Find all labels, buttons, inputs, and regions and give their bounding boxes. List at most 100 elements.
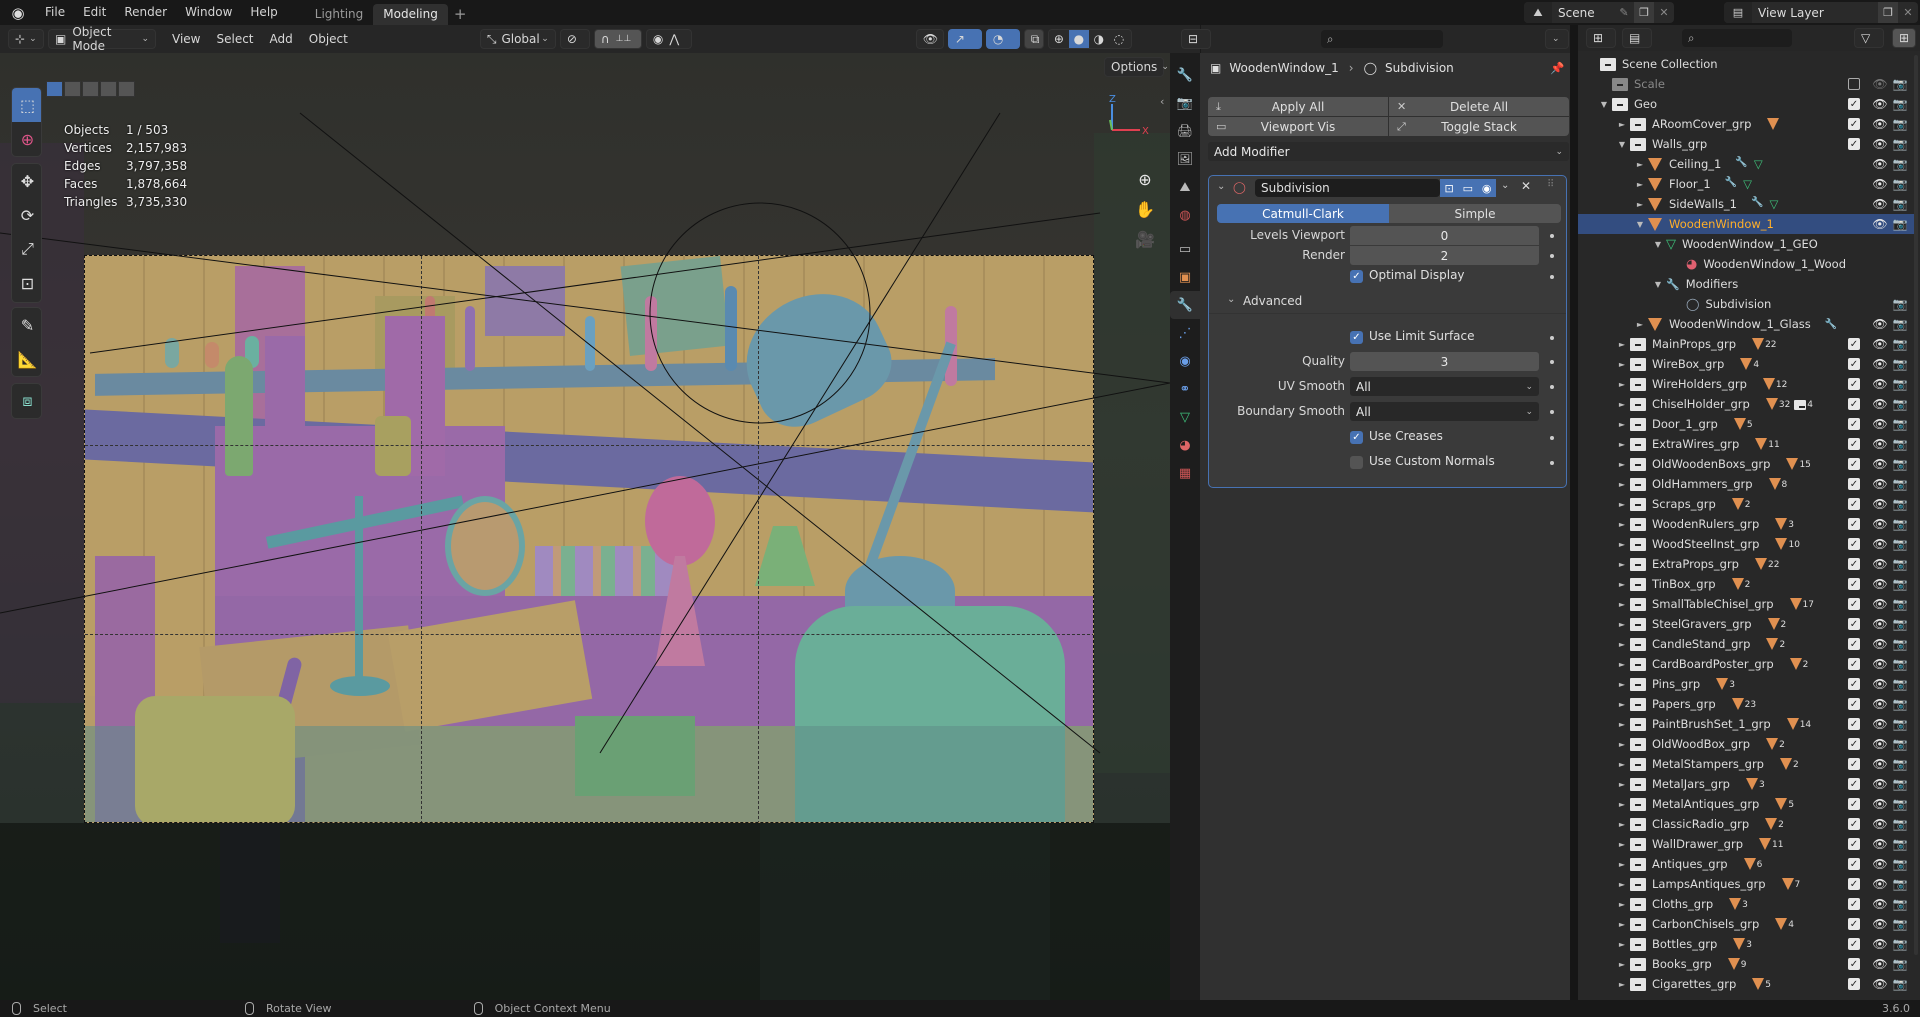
child-count-badge[interactable]: 3	[1733, 938, 1752, 950]
menu-render[interactable]: Render	[115, 0, 176, 25]
pan-view-icon[interactable]: ✋	[1132, 196, 1158, 222]
exclude-checkbox[interactable]: ✓	[1848, 558, 1860, 570]
outliner-row[interactable]: ► Scraps_grp 2 ✓ 👁 📷	[1578, 494, 1914, 514]
render-camera-icon[interactable]: 📷	[1892, 457, 1908, 471]
render-camera-icon[interactable]: 📷	[1892, 357, 1908, 371]
expand-closed-icon[interactable]: ►	[1616, 960, 1628, 969]
exclude-checkbox[interactable]: ✓	[1848, 358, 1860, 370]
render-camera-icon[interactable]: 📷	[1892, 577, 1908, 591]
outliner-row[interactable]: ► ARoomCover_grp ✓ 👁 📷	[1578, 114, 1914, 134]
render-camera-icon[interactable]: 📷	[1892, 477, 1908, 491]
outliner-row[interactable]: ► OldHammers_grp 8 ✓ 👁 📷	[1578, 474, 1914, 494]
keyframe-dot-icon[interactable]	[1550, 436, 1554, 440]
eye-icon[interactable]: 👁	[1872, 777, 1888, 791]
render-camera-icon[interactable]: 📷	[1892, 397, 1908, 411]
exclude-checkbox[interactable]: ✓	[1848, 598, 1860, 610]
texture-tab-icon[interactable]: ▦	[1170, 459, 1200, 487]
measure-tool-icon[interactable]: 📐	[12, 342, 41, 376]
eye-icon[interactable]: 👁	[1872, 77, 1888, 91]
child-count-badge[interactable]: 2	[1789, 658, 1808, 670]
outliner-row[interactable]: ▼ WoodenWindow_1 👁 📷	[1578, 214, 1914, 234]
add-workspace-button[interactable]: +	[448, 5, 473, 23]
outliner-row[interactable]: ► WoodenWindow_1_Glass 🔧 👁 📷	[1578, 314, 1914, 334]
child-count-badge[interactable]: 10	[1775, 538, 1800, 550]
exclude-checkbox[interactable]: ✓	[1848, 398, 1860, 410]
rotate-tool-icon[interactable]: ⟳	[12, 198, 41, 232]
select-intersect-icon[interactable]	[118, 81, 135, 97]
annotate-tool-icon[interactable]: ✎	[12, 308, 41, 342]
eye-icon[interactable]: 👁	[1872, 437, 1888, 451]
menu-object[interactable]: Object	[301, 32, 356, 46]
exclude-checkbox[interactable]: ✓	[1848, 898, 1860, 910]
expand-closed-icon[interactable]: ►	[1616, 620, 1628, 629]
mesh-data-icon[interactable]: ▽	[1769, 197, 1778, 211]
xray-toggle[interactable]: ⧉	[1023, 29, 1044, 49]
eye-icon[interactable]: 👁	[1872, 757, 1888, 771]
child-count-badge[interactable]: 9	[1727, 958, 1746, 970]
keyframe-dot-icon[interactable]	[1550, 275, 1554, 279]
zoom-view-icon[interactable]: ⊕	[1132, 166, 1158, 192]
child-count-badge[interactable]: 12	[1762, 378, 1787, 390]
render-camera-icon[interactable]: 📷	[1892, 777, 1908, 791]
child-count-badge[interactable]: 3	[1716, 678, 1735, 690]
expand-closed-icon[interactable]: ►	[1616, 860, 1628, 869]
render-camera-icon[interactable]: 📷	[1892, 377, 1908, 391]
properties-search[interactable]: ⌕	[1321, 30, 1443, 48]
expand-open-icon[interactable]: ▼	[1652, 240, 1664, 249]
tab-lighting[interactable]: Lighting	[305, 4, 374, 25]
wireframe-shading-icon[interactable]: ⊕	[1049, 32, 1069, 46]
outliner-row[interactable]: ► WoodenRulers_grp 3 ✓ 👁 📷	[1578, 514, 1914, 534]
exclude-checkbox[interactable]: ✓	[1848, 578, 1860, 590]
outliner-row[interactable]: ► MetalStampers_grp 2 ✓ 👁 📷	[1578, 754, 1914, 774]
display-mode-selector[interactable]: ▤	[1622, 28, 1652, 48]
expand-closed-icon[interactable]: ►	[1616, 800, 1628, 809]
expand-open-icon[interactable]: ▼	[1616, 140, 1628, 149]
eye-icon[interactable]: 👁	[1872, 837, 1888, 851]
expand-closed-icon[interactable]: ►	[1616, 460, 1628, 469]
mesh-data-icon[interactable]: ▽	[1743, 177, 1752, 191]
delete-view-layer-button[interactable]: ✕	[1898, 2, 1918, 23]
physics-tab-icon[interactable]: ◉	[1170, 347, 1200, 375]
expand-closed-icon[interactable]: ►	[1616, 940, 1628, 949]
exclude-checkbox[interactable]: ✓	[1848, 438, 1860, 450]
exclude-checkbox[interactable]: ✓	[1848, 918, 1860, 930]
eye-icon[interactable]: 👁	[1872, 817, 1888, 831]
eye-icon[interactable]: 👁	[1872, 517, 1888, 531]
material-tab-icon[interactable]: ◕	[1170, 431, 1200, 459]
eye-icon[interactable]: 👁	[1872, 357, 1888, 371]
wrench-icon[interactable]: 🔧	[1735, 157, 1747, 171]
outliner-row[interactable]: ► CandleStand_grp 2 ✓ 👁 📷	[1578, 634, 1914, 654]
exclude-checkbox[interactable]: ✓	[1848, 678, 1860, 690]
camera-view-icon[interactable]: 🎥	[1132, 226, 1158, 252]
eye-icon[interactable]: 👁	[1872, 857, 1888, 871]
child-count-badge[interactable]: 7	[1781, 878, 1800, 890]
child-count-badge[interactable]: 4	[1740, 358, 1759, 370]
eye-icon[interactable]: 👁	[1872, 397, 1888, 411]
keyframe-dot-icon[interactable]	[1550, 254, 1554, 258]
outliner-row[interactable]: ► Books_grp 9 ✓ 👁 📷	[1578, 954, 1914, 974]
outliner-row[interactable]: ► OldWoodBox_grp 2 ✓ 👁 📷	[1578, 734, 1914, 754]
eye-icon[interactable]: 👁	[1872, 97, 1888, 111]
eye-icon[interactable]: 👁	[1872, 577, 1888, 591]
expand-closed-icon[interactable]: ►	[1616, 840, 1628, 849]
exclude-checkbox[interactable]: ✓	[1848, 978, 1860, 990]
keyframe-dot-icon[interactable]	[1550, 461, 1554, 465]
eye-icon[interactable]: 👁	[1872, 937, 1888, 951]
exclude-checkbox[interactable]	[1848, 78, 1860, 90]
view-layer-selector[interactable]: ▤ View Layer ❐ ✕	[1724, 2, 1918, 23]
expand-closed-icon[interactable]: ►	[1616, 640, 1628, 649]
expand-closed-icon[interactable]: ►	[1616, 540, 1628, 549]
render-camera-icon[interactable]: 📷	[1892, 637, 1908, 651]
eye-icon[interactable]: 👁	[1872, 417, 1888, 431]
catmull-clark-option[interactable]: Catmull-Clark	[1217, 204, 1389, 223]
exclude-checkbox[interactable]: ✓	[1848, 458, 1860, 470]
child-count-badge[interactable]: 2	[1765, 818, 1784, 830]
outliner-row[interactable]: ▼ 🔧 Modifiers	[1578, 274, 1914, 294]
eye-icon[interactable]: 👁	[1872, 137, 1888, 151]
child-count-badge[interactable]: 2	[1766, 738, 1785, 750]
axis-gizmo[interactable]: Z X	[1100, 90, 1160, 150]
pin-icon[interactable]: ✎	[1614, 2, 1634, 23]
viewport-vis-button[interactable]: ▭ Viewport Vis	[1208, 117, 1388, 136]
outliner-row[interactable]: ► Antiques_grp 6 ✓ 👁 📷	[1578, 854, 1914, 874]
eye-icon[interactable]: 👁	[1872, 497, 1888, 511]
